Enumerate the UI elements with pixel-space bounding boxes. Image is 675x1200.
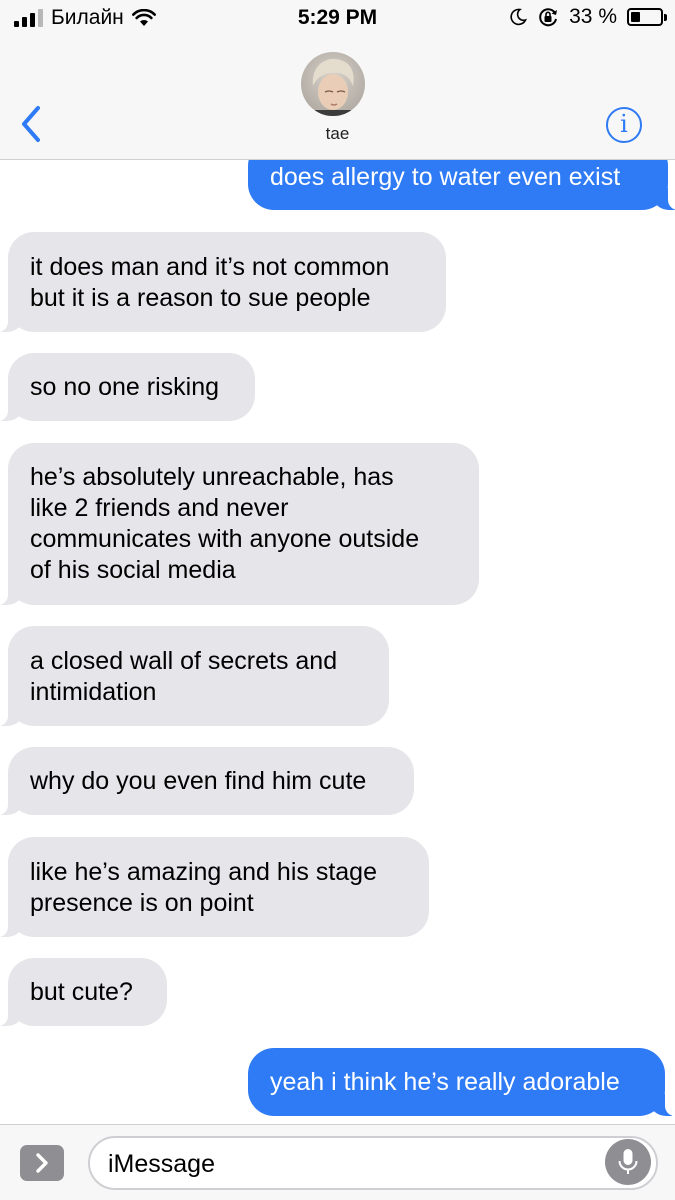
compose-bar: iMessage [0, 1124, 675, 1200]
conversation-header: Билайн 5:29 PM 33 % tae i [0, 0, 675, 160]
incoming-message-bubble[interactable]: so no one risking [0, 353, 255, 421]
incoming-message-bubble[interactable]: like he’s amazing and his stage presence… [0, 837, 429, 937]
messages-screen: Билайн 5:29 PM 33 % tae i does allergy t… [0, 0, 675, 1200]
message-line: it does man and it’s not common [30, 253, 390, 281]
status-right: 33 % [509, 5, 667, 29]
app-drawer-button[interactable] [20, 1145, 64, 1181]
message-line: he’s absolutely unreachable, has [30, 463, 394, 491]
message-line: like 2 friends and never [30, 494, 289, 522]
message-line: communicates with anyone outside [30, 525, 420, 553]
battery-level-fill [631, 12, 640, 22]
dictation-button[interactable] [605, 1139, 651, 1185]
chevron-right-icon [36, 1153, 48, 1173]
battery-icon [627, 8, 667, 26]
incoming-message-bubble[interactable]: a closed wall of secrets and intimidatio… [0, 626, 389, 726]
imessage-input[interactable]: iMessage [88, 1136, 658, 1190]
message-line: of his social media [30, 556, 236, 584]
contact-name[interactable]: tae [0, 124, 675, 144]
incoming-message-bubble[interactable]: it does man and it’s not common but it i… [0, 232, 446, 332]
outgoing-message-bubble[interactable]: yeah i think he’s really adorable [248, 1048, 675, 1116]
message-line: so no one risking [30, 373, 220, 401]
message-line: why do you even find him cute [30, 767, 367, 795]
incoming-message-bubble[interactable]: he’s absolutely unreachable, has like 2 … [0, 443, 479, 605]
message-line: intimidation [30, 678, 157, 706]
battery-percentage: 33 % [569, 5, 617, 28]
status-bar: Билайн 5:29 PM 33 % [0, 0, 675, 36]
message-line: presence is on point [30, 889, 254, 917]
message-line: but cute? [30, 978, 133, 1006]
message-line: a closed wall of secrets and [30, 647, 338, 675]
rotation-lock-icon [539, 8, 558, 27]
info-icon[interactable]: i [606, 107, 642, 143]
message-line: like he’s amazing and his stage [30, 858, 377, 886]
message-line: but it is a reason to sue people [30, 284, 371, 312]
microphone-icon [618, 1149, 638, 1174]
contact-avatar[interactable] [301, 52, 365, 116]
moon-icon [510, 8, 528, 26]
incoming-message-bubble[interactable]: why do you even find him cute [0, 747, 414, 815]
avatar-photo [301, 52, 365, 116]
incoming-message-bubble[interactable]: but cute? [0, 958, 167, 1026]
message-line: does allergy to water even exist [270, 163, 621, 191]
message-line: yeah i think he’s really adorable [270, 1068, 620, 1096]
